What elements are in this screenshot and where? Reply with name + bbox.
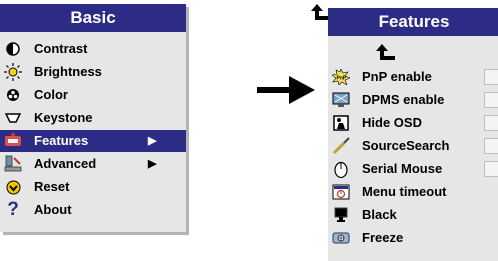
menu-timeout-icon: [332, 183, 350, 201]
menu-item-label: Features: [34, 133, 89, 148]
black-icon: [332, 206, 350, 224]
feature-item-freeze[interactable]: Freeze: [328, 227, 498, 249]
pnp-enable-checkbox[interactable]: [484, 69, 498, 85]
transition-arrow-icon: [257, 76, 315, 104]
menu-item-label: Keystone: [34, 110, 93, 125]
menu-item-contrast[interactable]: Contrast: [0, 38, 186, 60]
back-arrow-icon[interactable]: [376, 44, 396, 66]
feature-item-pnp-enable[interactable]: PnP PnP enable: [328, 66, 498, 88]
menu-item-advanced[interactable]: Advanced ▶: [0, 153, 186, 175]
feature-item-label: Black: [362, 207, 397, 222]
menu-item-label: Brightness: [34, 64, 102, 79]
feature-item-label: SourceSearch: [362, 138, 450, 153]
menu-item-keystone[interactable]: Keystone: [0, 107, 186, 129]
feature-item-hide-osd[interactable]: Hide OSD: [328, 112, 498, 134]
feature-item-source-search[interactable]: SourceSearch: [328, 135, 498, 157]
feature-item-label: Freeze: [362, 230, 404, 245]
submenu-arrow-icon: ▶: [148, 135, 157, 147]
menu-item-features[interactable]: Features ▶: [0, 130, 186, 152]
feature-item-dpms-enable[interactable]: DPMS enable: [328, 89, 498, 111]
feature-item-label: Menu timeout: [362, 184, 447, 199]
menu-item-label: Reset: [34, 179, 70, 194]
features-icon: [4, 132, 22, 150]
basic-menu-title: Basic: [0, 4, 186, 32]
dpms-icon: [332, 91, 350, 109]
dpms-enable-checkbox[interactable]: [484, 92, 498, 108]
menu-item-brightness[interactable]: Brightness: [0, 61, 186, 83]
color-icon: [4, 86, 22, 104]
keystone-icon: [4, 109, 22, 127]
menu-item-label: Contrast: [34, 41, 88, 56]
features-menu: Features PnP PnP enable DPMS enable Hide…: [328, 8, 498, 261]
submenu-arrow-icon: ▶: [148, 158, 157, 170]
source-search-icon: [332, 137, 350, 155]
svg-text:PnP: PnP: [337, 76, 347, 82]
hide-osd-icon: [332, 114, 350, 132]
brightness-icon: [4, 63, 22, 81]
serial-mouse-checkbox[interactable]: [484, 161, 498, 177]
feature-item-label: Serial Mouse: [362, 161, 443, 176]
menu-item-about[interactable]: ? About: [0, 199, 186, 221]
feature-item-label: Hide OSD: [362, 115, 422, 130]
hide-osd-checkbox[interactable]: [484, 115, 498, 131]
reset-icon: [4, 178, 22, 196]
mouse-icon: [332, 160, 350, 178]
contrast-icon: [4, 40, 22, 58]
pnp-icon: PnP: [332, 68, 350, 86]
menu-item-label: About: [34, 202, 72, 217]
about-icon: ?: [7, 199, 19, 220]
feature-item-label: PnP enable: [362, 69, 432, 84]
freeze-icon: [332, 229, 350, 247]
feature-item-black[interactable]: Black: [328, 204, 498, 226]
advanced-icon: [4, 155, 22, 173]
menu-item-reset[interactable]: Reset: [0, 176, 186, 198]
basic-menu: Basic Contrast Brightness Color Keystone…: [0, 4, 186, 232]
feature-item-menu-timeout[interactable]: Menu timeout: [328, 181, 498, 203]
menu-item-color[interactable]: Color: [0, 84, 186, 106]
source-search-checkbox[interactable]: [484, 138, 498, 154]
menu-item-label: Advanced: [34, 156, 97, 171]
menu-item-label: Color: [34, 87, 68, 102]
feature-item-label: DPMS enable: [362, 92, 445, 107]
features-menu-title: Features: [328, 8, 498, 36]
feature-item-serial-mouse[interactable]: Serial Mouse: [328, 158, 498, 180]
